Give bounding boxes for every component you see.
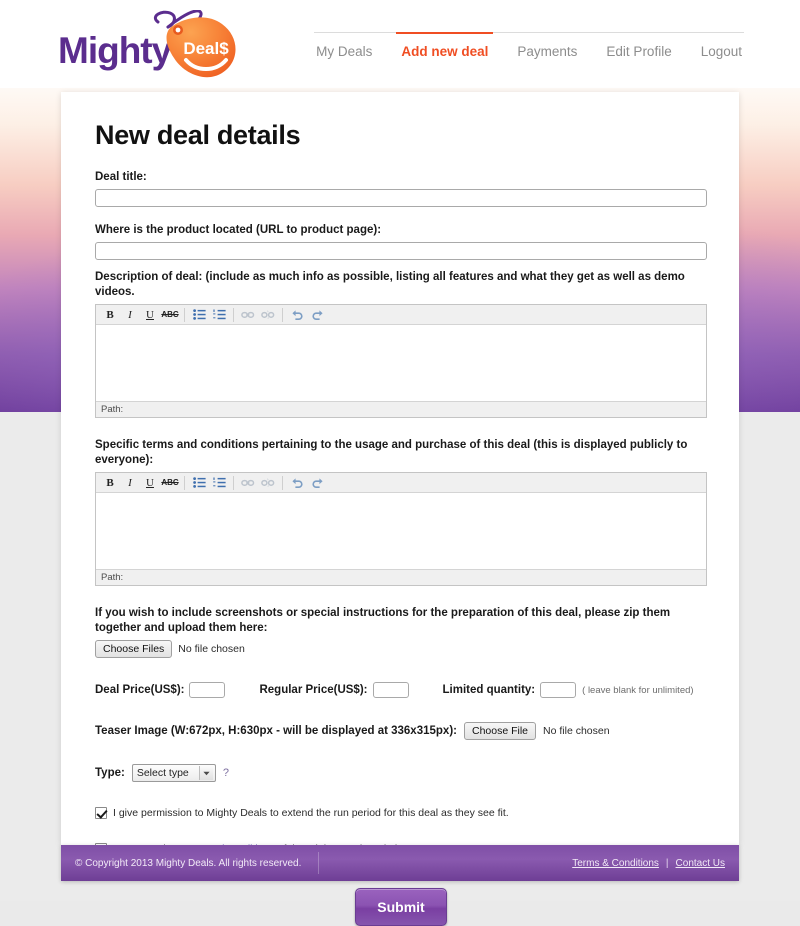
limited-quantity-label: Limited quantity: [442,684,536,696]
type-select[interactable]: Select type [131,764,216,782]
type-help-link[interactable]: ? [223,767,229,779]
footer-link-separator: | [665,857,669,869]
terms-editor-toolbar: B I U ABC [96,473,706,493]
regular-price-input[interactable] [372,682,409,698]
undo-icon[interactable] [288,474,306,491]
description-editor: B I U ABC Path: [95,304,707,418]
description-editor-toolbar: B I U ABC [96,305,706,325]
teaser-image-status: No file chosen [543,725,610,737]
unordered-list-icon[interactable] [190,306,208,323]
footer-link-terms[interactable]: Terms & Conditions [572,858,659,869]
toolbar-divider [184,475,185,490]
pricing-row: Deal Price(US$): Regular Price(US$): Lim… [95,682,707,698]
nav-item-my-deals[interactable]: My Deals [314,44,374,59]
deal-price-input[interactable] [189,682,226,698]
unlink-icon [259,474,277,491]
footer-links: Terms & Conditions | Contact Us [572,858,725,869]
zip-upload-status: No file chosen [178,643,245,655]
permission-checkbox-label: I give permission to Mighty Deals to ext… [113,807,509,819]
teaser-image-label: Teaser Image (W:672px, H:630px - will be… [95,725,457,737]
toolbar-divider [233,307,234,322]
ordered-list-icon[interactable] [210,474,228,491]
type-select-value: Select type [136,767,189,779]
logo-tag-text: Deal$ [183,39,229,58]
chevron-down-icon [198,766,213,780]
unlink-icon [259,306,277,323]
footer-link-contact[interactable]: Contact Us [676,858,725,869]
underline-icon[interactable]: U [141,474,159,491]
toolbar-divider [184,307,185,322]
regular-price-label: Regular Price(US$): [259,684,368,696]
deal-title-label: Deal title: [95,171,147,183]
terms-editor-label: Specific terms and conditions pertaining… [95,439,688,466]
choose-files-button[interactable]: Choose Files [95,640,173,658]
link-icon [239,306,257,323]
unordered-list-icon[interactable] [190,474,208,491]
undo-icon[interactable] [288,306,306,323]
type-label: Type: [95,767,125,779]
product-url-input[interactable] [95,242,707,260]
teaser-image-row: Teaser Image (W:672px, H:630px - will be… [95,722,707,740]
strikethrough-icon[interactable]: ABC [161,306,179,323]
footer-divider [318,852,320,874]
deal-title-input[interactable] [95,189,707,207]
choose-file-button[interactable]: Choose File [463,722,537,740]
terms-editor-body[interactable] [96,493,706,569]
submit-button[interactable]: Submit [355,888,447,926]
italic-icon[interactable]: I [121,474,139,491]
new-deal-form: Deal title: Where is the product located… [95,170,707,926]
bold-icon[interactable]: B [101,474,119,491]
site-logo[interactable]: Mighty Deal$ [58,8,278,80]
nav-item-add-new-deal[interactable]: Add new deal [396,32,494,59]
description-label: Description of deal: (include as much in… [95,271,685,298]
permission-checkbox-row[interactable]: I give permission to Mighty Deals to ext… [95,806,707,820]
zip-upload-label: If you wish to include screenshots or sp… [95,607,671,634]
toolbar-divider [233,475,234,490]
description-editor-path: Path: [96,401,706,417]
link-icon [239,474,257,491]
site-header: Mighty Deal$ My Deals Add new deal Payme… [0,0,800,88]
page-title: New deal details [95,120,301,150]
limited-quantity-input[interactable] [540,682,577,698]
limited-quantity-hint: ( leave blank for unlimited) [582,684,694,696]
content-card: New deal details Deal title: Where is th… [61,92,739,926]
product-url-label: Where is the product located (URL to pro… [95,224,382,236]
submit-row: Submit [95,888,707,926]
nav-item-logout[interactable]: Logout [699,44,744,59]
italic-icon[interactable]: I [121,306,139,323]
toolbar-divider [282,475,283,490]
redo-icon[interactable] [308,474,326,491]
ordered-list-icon[interactable] [210,306,228,323]
terms-editor: B I U ABC Path: [95,472,707,586]
site-footer: © Copyright 2013 Mighty Deals. All right… [61,845,739,881]
strikethrough-icon[interactable]: ABC [161,474,179,491]
nav-item-edit-profile[interactable]: Edit Profile [604,44,673,59]
footer-copyright: © Copyright 2013 Mighty Deals. All right… [75,857,302,869]
nav-item-payments[interactable]: Payments [515,44,579,59]
deal-price-label: Deal Price(US$): [95,684,185,696]
main-navigation: My Deals Add new deal Payments Edit Prof… [314,32,744,59]
description-editor-body[interactable] [96,325,706,401]
redo-icon[interactable] [308,306,326,323]
terms-editor-path: Path: [96,569,706,585]
toolbar-divider [282,307,283,322]
bold-icon[interactable]: B [101,306,119,323]
permission-checkbox[interactable] [95,807,107,819]
zip-upload-row: Choose Files No file chosen [95,640,707,658]
logo-price-tag-icon: Deal$ [153,10,236,78]
deal-type-row: Type: Select type ? [95,764,707,782]
underline-icon[interactable]: U [141,306,159,323]
